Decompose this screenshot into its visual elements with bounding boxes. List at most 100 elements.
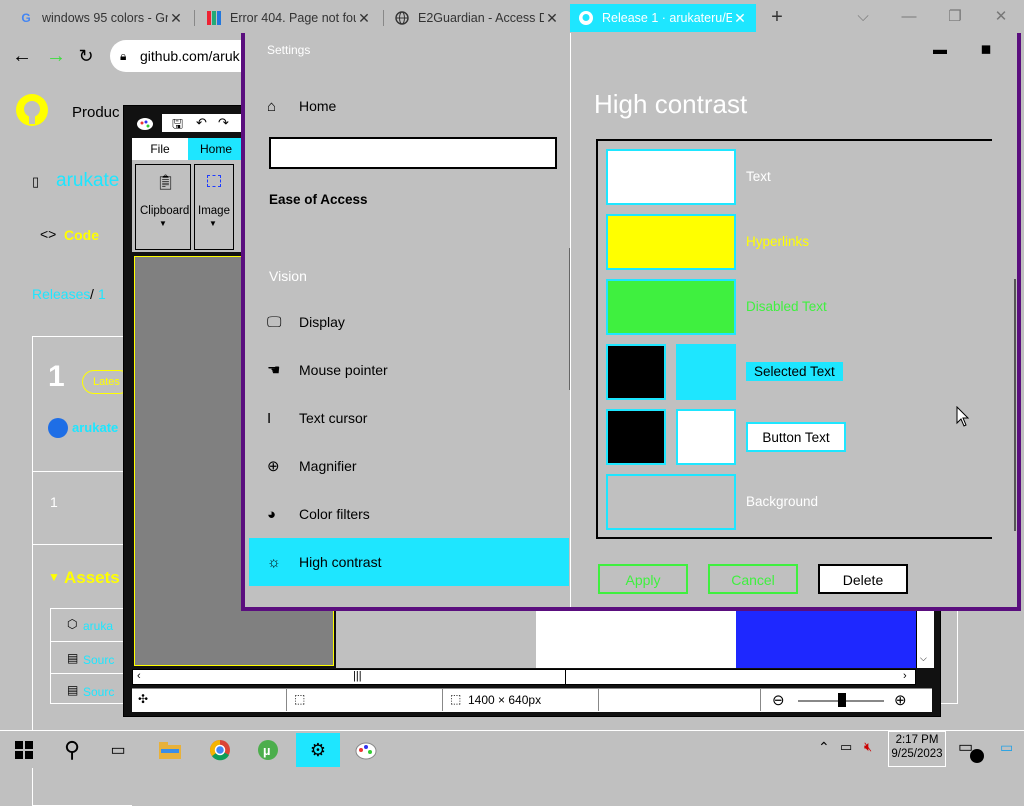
- nav-high-contrast[interactable]: ☼ High contrast: [249, 538, 569, 586]
- settings-gear-icon[interactable]: ⚙: [296, 733, 340, 767]
- horizontal-scrollbar[interactable]: ‹ ||| ›: [132, 669, 916, 685]
- swatch-button-text-fg[interactable]: [606, 409, 666, 465]
- selection-icon: ⬚: [294, 692, 306, 706]
- chevron-down-icon[interactable]: ⌵: [840, 4, 886, 30]
- product-menu[interactable]: Produc: [72, 104, 120, 121]
- home-icon: ⌂: [267, 97, 277, 115]
- asset-link[interactable]: Sourc: [83, 653, 114, 667]
- undo-icon[interactable]: ↶: [196, 115, 207, 131]
- show-desktop-icon[interactable]: ▭: [1000, 739, 1013, 756]
- nav-color-filters[interactable]: ◕ Color filters: [249, 490, 569, 538]
- settings-content-pane: ▬ ◼ High contrast Text Hyperlinks Disabl…: [572, 33, 1021, 607]
- tab-code[interactable]: Code: [64, 227, 99, 243]
- delete-button[interactable]: Delete: [818, 564, 908, 594]
- redo-icon[interactable]: ↷: [218, 115, 229, 131]
- label-hyperlinks: Hyperlinks: [746, 234, 810, 249]
- image-group[interactable]: Image ▼: [194, 164, 234, 250]
- file-menu[interactable]: File: [132, 138, 188, 160]
- file-explorer-icon[interactable]: [148, 733, 192, 767]
- paint-app-icon[interactable]: [136, 114, 154, 132]
- assets-list: ⬡ aruka ▤ Sourc ▤ Sourc: [50, 608, 131, 704]
- new-tab-button[interactable]: +: [766, 6, 788, 28]
- swatch-disabled-text[interactable]: [606, 279, 736, 335]
- assets-heading[interactable]: Assets: [64, 568, 120, 588]
- task-view-icon[interactable]: ▭: [96, 733, 140, 767]
- close-icon[interactable]: ✕: [356, 10, 372, 27]
- magnifier-icon: ⊕: [267, 458, 280, 475]
- paint-ribbon: 📋︎ Clipboard ▼ Image ▼: [132, 160, 242, 252]
- status-bar: ✣ ⬚ ⬚ 1400 × 640px ⊖ ⊕: [132, 688, 932, 712]
- zoom-slider-thumb[interactable]: [838, 693, 846, 707]
- nav-scrollbar[interactable]: [569, 248, 570, 390]
- repo-owner-link[interactable]: arukate: [56, 170, 119, 192]
- triangle-down-icon[interactable]: ▼: [48, 570, 60, 584]
- search-icon[interactable]: ⚲: [50, 733, 94, 767]
- vertical-scrollbar[interactable]: ⌵: [916, 611, 934, 668]
- label-selected-text: Selected Text: [746, 362, 843, 381]
- close-icon[interactable]: ✕: [168, 10, 184, 27]
- nav-text-cursor[interactable]: I Text cursor: [249, 394, 569, 442]
- restore-icon[interactable]: ❐: [932, 4, 978, 30]
- zoom-in-icon[interactable]: ⊕: [894, 691, 907, 709]
- start-button[interactable]: [2, 733, 46, 767]
- close-icon[interactable]: ✕: [732, 10, 748, 27]
- swatch-text[interactable]: [606, 149, 736, 205]
- chevron-left-icon[interactable]: ‹: [137, 670, 141, 682]
- zip-icon: ▤: [67, 683, 79, 697]
- close-window-icon[interactable]: ✕: [978, 4, 1024, 30]
- utorrent-icon[interactable]: µ: [246, 733, 290, 767]
- repo-icon: ▯: [32, 174, 40, 189]
- clock[interactable]: 2:17 PM 9/25/2023: [888, 731, 946, 767]
- avatar[interactable]: [48, 418, 68, 438]
- tab-release-1[interactable]: Release 1 · arukateru/E ✕: [570, 4, 756, 32]
- code-icon: <>: [40, 226, 57, 242]
- content-scrollbar[interactable]: [1014, 279, 1016, 531]
- chevron-down-icon[interactable]: ⌵: [920, 653, 927, 664]
- nav-display[interactable]: 🖵︎ Display: [249, 298, 569, 346]
- reload-icon[interactable]: ↻: [72, 42, 100, 70]
- chevron-up-icon[interactable]: ⌃: [818, 739, 830, 756]
- swatch-background[interactable]: [606, 474, 736, 530]
- settings-nav-pane: Settings ⌂ Home Ease of Access Vision 🖵︎…: [245, 33, 571, 607]
- tab-e2guardian[interactable]: E2Guardian - Access D ✕: [386, 4, 568, 32]
- close-icon[interactable]: [970, 41, 992, 61]
- nav-home[interactable]: ⌂ Home: [249, 82, 569, 130]
- github-logo-icon[interactable]: [16, 94, 48, 126]
- zoom-out-icon[interactable]: ⊖: [772, 691, 785, 709]
- apply-button[interactable]: Apply: [598, 564, 688, 594]
- chevron-down-icon: ▼: [209, 219, 217, 228]
- paint-icon[interactable]: [344, 733, 388, 767]
- save-icon[interactable]: 🖫︎: [172, 115, 183, 137]
- nav-label: Magnifier: [299, 458, 357, 474]
- tab-title: Release 1 · arukateru/E: [602, 11, 732, 25]
- tab-windows95-colors[interactable]: G windows 95 colors - Gr ✕: [10, 4, 192, 32]
- chrome-icon[interactable]: [198, 733, 242, 767]
- swatch-button-text-bg[interactable]: [676, 409, 736, 465]
- globe-icon: [394, 10, 410, 26]
- minimize-icon[interactable]: —: [886, 4, 932, 30]
- clipboard-group[interactable]: 📋︎ Clipboard ▼: [135, 164, 191, 250]
- tab-home[interactable]: Home: [188, 138, 244, 160]
- search-input[interactable]: [269, 137, 557, 169]
- asset-link[interactable]: Sourc: [83, 685, 114, 699]
- nav-magnifier[interactable]: ⊕ Magnifier: [249, 442, 569, 490]
- swatch-selected-text-bg[interactable]: [676, 344, 736, 400]
- tab-error-404[interactable]: Error 404. Page not fou ✕: [198, 4, 380, 32]
- asset-link[interactable]: aruka: [83, 619, 113, 633]
- network-icon[interactable]: ▭: [840, 739, 852, 755]
- back-icon[interactable]: ←: [8, 42, 36, 70]
- author-link[interactable]: arukate: [72, 420, 118, 435]
- swatch-selected-text-fg[interactable]: [606, 344, 666, 400]
- breadcrumb-releases[interactable]: Releases: [32, 286, 90, 302]
- forward-icon[interactable]: →: [42, 42, 70, 70]
- volume-muted-icon[interactable]: 🔇︎: [864, 739, 872, 755]
- nav-mouse-pointer[interactable]: ☚ Mouse pointer: [249, 346, 569, 394]
- cancel-button[interactable]: Cancel: [708, 564, 798, 594]
- release-title: 1: [48, 360, 65, 393]
- swatch-hyperlinks[interactable]: [606, 214, 736, 270]
- label-background: Background: [746, 494, 819, 509]
- chevron-right-icon[interactable]: ›: [903, 670, 907, 682]
- scroll-thumb[interactable]: |||: [353, 670, 362, 682]
- nav-label: Mouse pointer: [299, 362, 388, 378]
- close-icon[interactable]: ✕: [544, 10, 560, 27]
